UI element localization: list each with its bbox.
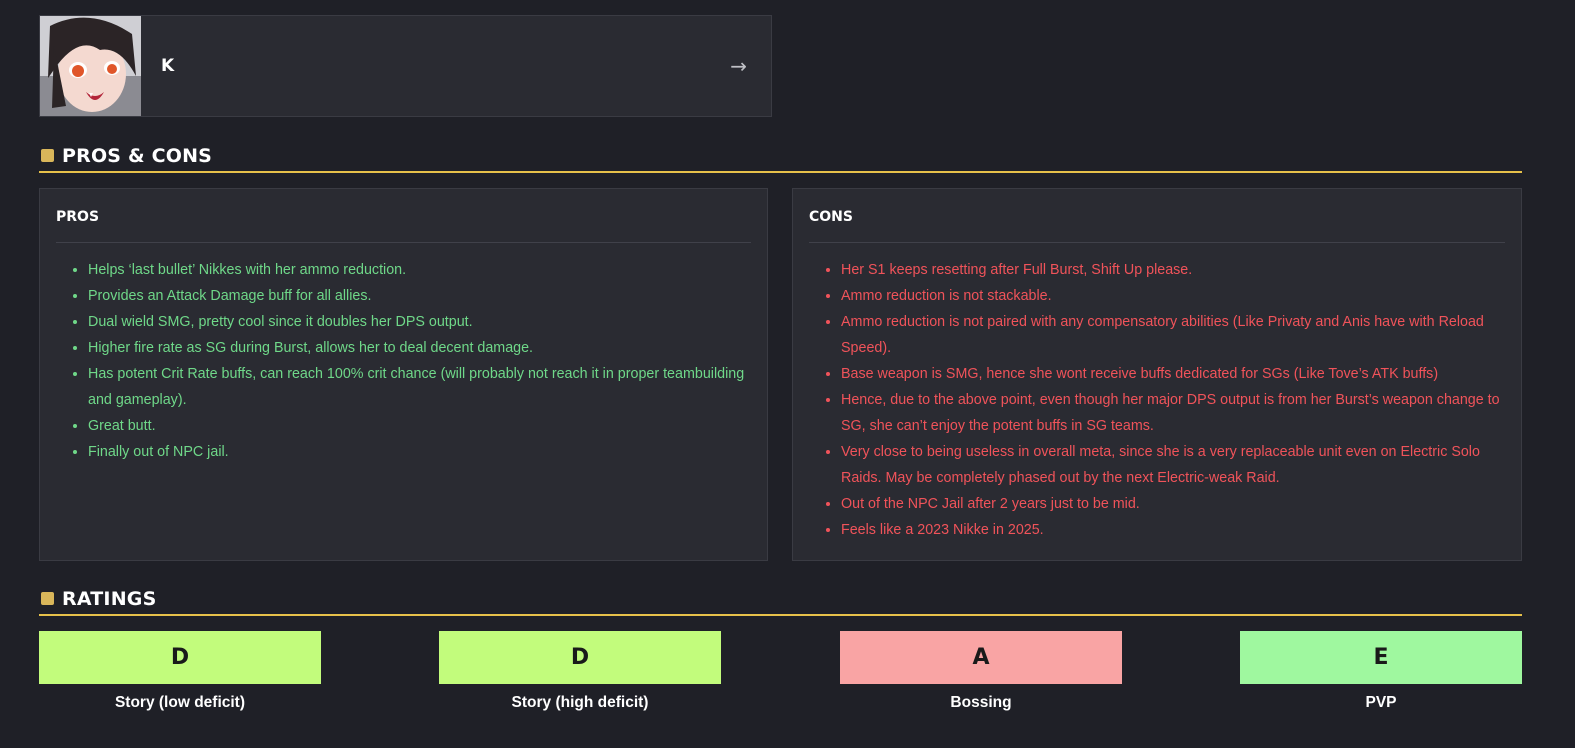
cons-title: CONS: [809, 189, 1505, 243]
rating-grade-box: A: [840, 631, 1122, 684]
pros-panel: PROS Helps ‘last bullet’ Nikkes with her…: [39, 188, 768, 561]
cons-panel: CONS Her S1 keeps resetting after Full B…: [792, 188, 1522, 561]
cons-item: Base weapon is SMG, hence she wont recei…: [841, 361, 1505, 387]
rating-label: Bossing: [950, 694, 1012, 711]
pros-list: Helps ‘last bullet’ Nikkes with her ammo…: [56, 257, 751, 465]
section-square-icon: [41, 592, 54, 605]
section-square-icon: [41, 149, 54, 162]
rating-grade-box: E: [1240, 631, 1522, 684]
rating-grade-box: D: [39, 631, 321, 684]
cons-item: Ammo reduction is not stackable.: [841, 283, 1505, 309]
rating-pvp: E PVP: [1240, 631, 1522, 712]
pros-item: Dual wield SMG, pretty cool since it dou…: [88, 309, 751, 335]
pros-item: Helps ‘last bullet’ Nikkes with her ammo…: [88, 257, 751, 283]
pros-item: Provides an Attack Damage buff for all a…: [88, 283, 751, 309]
rating-story-low-deficit: D Story (low deficit): [39, 631, 321, 712]
pros-title: PROS: [56, 189, 751, 243]
cons-list: Her S1 keeps resetting after Full Burst,…: [809, 257, 1505, 543]
character-avatar: [40, 16, 141, 116]
cons-item: Her S1 keeps resetting after Full Burst,…: [841, 257, 1505, 283]
ratings-section-header: RATINGS: [39, 583, 1522, 616]
character-name: K: [161, 56, 175, 76]
character-card[interactable]: K →: [39, 15, 772, 117]
pros-item: Great butt.: [88, 413, 751, 439]
ratings-title: RATINGS: [62, 587, 157, 610]
pros-item: Finally out of NPC jail.: [88, 439, 751, 465]
cons-item: Hence, due to the above point, even thou…: [841, 387, 1505, 439]
rating-bossing: A Bossing: [840, 631, 1122, 712]
rating-label: PVP: [1365, 694, 1397, 711]
pros-item: Higher fire rate as SG during Burst, all…: [88, 335, 751, 361]
arrow-right-icon[interactable]: →: [730, 54, 747, 78]
page: K → PROS & CONS PROS Helps ‘last bullet’…: [0, 0, 1575, 748]
cons-item: Ammo reduction is not paired with any co…: [841, 309, 1505, 361]
rating-story-high-deficit: D Story (high deficit): [439, 631, 721, 712]
rating-label: Story (high deficit): [511, 694, 649, 711]
cons-item: Feels like a 2023 Nikke in 2025.: [841, 517, 1505, 543]
cons-item: Out of the NPC Jail after 2 years just t…: [841, 491, 1505, 517]
rating-label: Story (low deficit): [114, 694, 246, 711]
pros-cons-title: PROS & CONS: [62, 144, 213, 167]
pros-item: Has potent Crit Rate buffs, can reach 10…: [88, 361, 751, 413]
pros-cons-section-header: PROS & CONS: [39, 140, 1522, 173]
cons-item: Very close to being useless in overall m…: [841, 439, 1505, 491]
rating-grade-box: D: [439, 631, 721, 684]
